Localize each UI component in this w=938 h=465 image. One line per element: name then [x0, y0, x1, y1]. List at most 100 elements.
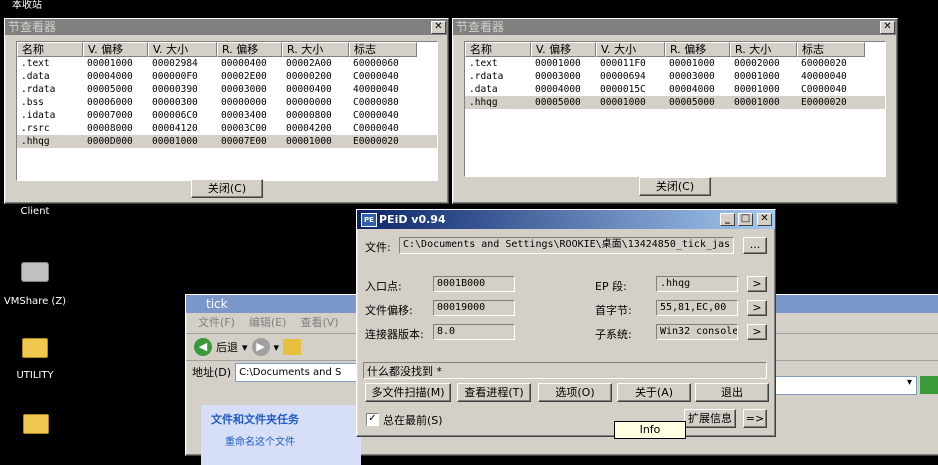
peid-title: PEiD v0.94: [379, 213, 446, 226]
section-viewer-left-titlebar[interactable]: 节查看器: [5, 19, 448, 35]
first-bytes-value: 55,81,EC,00: [660, 302, 727, 313]
table-cell: 00000694: [600, 71, 646, 82]
table-cell: 00002A00: [286, 58, 332, 69]
forward-arrow-icon[interactable]: ▶: [251, 338, 270, 356]
table-cell: 00004000: [87, 71, 133, 82]
col-rsize[interactable]: R. 大小: [282, 42, 349, 57]
back-arrow-icon[interactable]: ◀: [194, 338, 212, 356]
utility-label: UTILITY: [16, 370, 54, 381]
table-cell: 00000000: [221, 97, 267, 108]
table-cell: 00000400: [286, 84, 332, 95]
up-folder-icon[interactable]: [283, 339, 302, 355]
subsystem-arrow-button[interactable]: >: [747, 324, 767, 340]
table-row[interactable]: .hhqg 0000D000 00001000 00007E00 00001000 E00…: [17, 135, 437, 148]
close-icon[interactable]: ✕: [880, 21, 895, 34]
table-cell: 00001000: [600, 97, 646, 108]
table-row[interactable]: .text 00001000 00002984 00000400 00002A00 600…: [17, 57, 437, 70]
file-path-field[interactable]: C:\Documents and Settings\ROOKIE\桌面\1342…: [399, 237, 734, 254]
ext-info-button[interactable]: 扩展信息: [684, 409, 736, 428]
close-icon[interactable]: ✕: [757, 213, 772, 226]
vmshare-desktop-icon[interactable]: VMShare (Z): [0, 262, 70, 307]
minimize-icon[interactable]: _: [720, 213, 735, 226]
table-row[interactable]: .data 00004000 000000F0 00002E00 00000200 C00…: [17, 70, 437, 83]
menu-view[interactable]: 查看(V): [300, 313, 338, 333]
chevron-down-icon[interactable]: ▾: [907, 377, 912, 388]
col-flags[interactable]: 标志: [797, 42, 865, 57]
table-cell: .text: [21, 58, 50, 69]
table-cell: 00005000: [535, 97, 581, 108]
table-row[interactable]: .bss 00006000 00000300 00000000 00000000 C000…: [17, 96, 437, 109]
about-button[interactable]: 关于(A): [617, 383, 691, 402]
subsystem-field[interactable]: Win32 console: [656, 324, 738, 340]
close-button-right[interactable]: 关闭(C): [639, 177, 711, 196]
ep-section-arrow-button[interactable]: >: [747, 276, 767, 292]
network-drive-icon: [21, 262, 49, 282]
col-voffset[interactable]: V. 偏移: [83, 42, 148, 57]
table-cell: 00008000: [87, 123, 133, 134]
col-flags[interactable]: 标志: [349, 42, 417, 57]
menu-edit[interactable]: 编辑(E): [249, 313, 287, 333]
first-bytes-arrow-button[interactable]: >: [747, 300, 767, 316]
table-cell: 00004000: [669, 84, 715, 95]
linker-field[interactable]: 8.0: [433, 324, 515, 340]
task-viewer-button[interactable]: 查看进程(T): [457, 383, 531, 402]
col-vsize[interactable]: V. 大小: [148, 42, 217, 57]
table-cell: 00000200: [286, 71, 332, 82]
table-cell: 00006000: [87, 97, 133, 108]
back-label[interactable]: 后退: [216, 339, 238, 355]
table-cell: 00003000: [221, 84, 267, 95]
table-row[interactable]: .rdata 00003000 00000694 00003000 00001000 40…: [465, 70, 885, 83]
maximize-icon[interactable]: □: [738, 213, 753, 226]
desktop-recycle-label: 本收站: [12, 0, 42, 11]
file-offset-field[interactable]: 00019000: [433, 300, 515, 316]
close-icon[interactable]: ✕: [431, 21, 446, 34]
first-bytes-field[interactable]: 55,81,EC,00: [656, 300, 738, 316]
col-roffset[interactable]: R. 偏移: [665, 42, 730, 57]
table-cell: 00001000: [152, 136, 198, 147]
file-offset-value: 00019000: [437, 302, 486, 313]
table-row[interactable]: .hhqg 00005000 00001000 00005000 00001000 E00…: [465, 96, 885, 109]
utility-desktop-icon[interactable]: UTILITY: [0, 338, 70, 381]
address-dropdown[interactable]: ▾: [775, 376, 917, 395]
col-rsize[interactable]: R. 大小: [730, 42, 797, 57]
table-cell: 00000390: [152, 84, 198, 95]
table-row[interactable]: .rsrc 00008000 00004120 00003C00 00004200 C00…: [17, 122, 437, 135]
folder-icon[interactable]: [23, 414, 49, 434]
table-row[interactable]: .text 00001000 000011F0 00001000 00002000 600…: [465, 57, 885, 70]
task-rename[interactable]: 重命名这个文件: [201, 433, 361, 448]
browse-button[interactable]: ...: [743, 237, 767, 254]
stay-on-top-checkbox[interactable]: ✓: [366, 413, 379, 426]
entry-point-field[interactable]: 0001B000: [433, 276, 515, 292]
col-roffset[interactable]: R. 偏移: [217, 42, 282, 57]
table-cell: 00004000: [535, 84, 581, 95]
peid-window: PE PEiD v0.94 _ □ ✕ 文件: C:\Documents and…: [356, 209, 776, 439]
table-cell: 00001000: [734, 71, 780, 82]
section-viewer-right: 节查看器 ✕ 名称 V. 偏移 V. 大小 R. 偏移 R. 大小 标志 .te…: [452, 18, 898, 204]
close-button-left[interactable]: 关闭(C): [191, 179, 263, 198]
col-name[interactable]: 名称: [465, 42, 531, 57]
col-vsize[interactable]: V. 大小: [596, 42, 665, 57]
linker-value: 8.0: [437, 326, 456, 337]
table-cell: 60000060: [353, 58, 399, 69]
table-header: 名称 V. 偏移 V. 大小 R. 偏移 R. 大小 标志: [465, 42, 885, 57]
ep-section-field[interactable]: .hhqg: [656, 276, 738, 292]
col-name[interactable]: 名称: [17, 42, 83, 57]
table-row[interactable]: .rdata 00005000 00000390 00003000 00000400 40…: [17, 83, 437, 96]
table-cell: 00003000: [669, 71, 715, 82]
col-voffset[interactable]: V. 偏移: [531, 42, 596, 57]
scan-result-text: 什么都没找到 *: [367, 365, 442, 378]
chevron-down-icon[interactable]: ▾: [242, 341, 248, 354]
exit-button[interactable]: 退出: [695, 383, 769, 402]
section-viewer-right-titlebar[interactable]: 节查看器: [453, 19, 897, 35]
multi-scan-button[interactable]: 多文件扫描(M): [365, 383, 451, 402]
table-row[interactable]: .idata 00007000 000006C0 00003400 00000800 C0…: [17, 109, 437, 122]
menu-file[interactable]: 文件(F): [198, 313, 235, 333]
plugins-button[interactable]: =>: [743, 409, 767, 428]
options-button[interactable]: 选项(O): [538, 383, 612, 402]
go-arrow-icon[interactable]: [920, 376, 938, 394]
peid-titlebar[interactable]: PE PEiD v0.94 _ □ ✕: [357, 210, 775, 229]
table-cell: 00007E00: [221, 136, 267, 147]
subsystem-value: Win32 console: [660, 326, 738, 337]
chevron-down-icon[interactable]: ▾: [274, 341, 280, 354]
table-row[interactable]: .data 00004000 0000015C 00004000 00001000 C00…: [465, 83, 885, 96]
